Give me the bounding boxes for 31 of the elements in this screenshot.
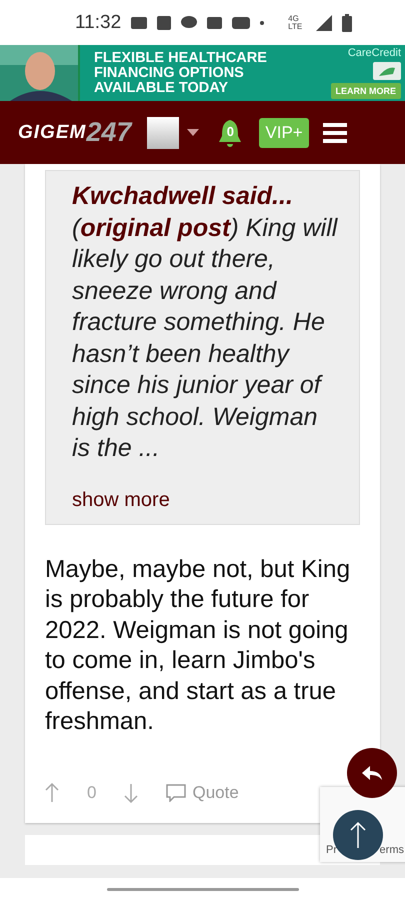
quote-button[interactable]: Quote [166, 782, 239, 802]
ad-headline: FLEXIBLE HEALTHCARE [94, 50, 268, 66]
site-logo: GIGEM [18, 122, 86, 144]
signal-icon [316, 14, 332, 30]
dot-icon [260, 20, 264, 24]
ad-banner[interactable]: FLEXIBLE HEALTHCARE FINANCING OPTIONS AVAILABLE TODAY CareCredit LEARN MORE [0, 45, 405, 101]
site-logo-number: 247 [86, 117, 132, 148]
ad-headline: AVAILABLE TODAY [94, 80, 230, 96]
post-text: Maybe, maybe not, but King is probably the future for 2022. Weigman is not going to come in, learn Jimbo's offense, and start as a true freshman. [45, 554, 352, 737]
battery-icon [342, 14, 352, 32]
ad-headline: FINANCING OPTIONS [94, 66, 245, 80]
privacy-link[interactable]: Pr [326, 844, 337, 856]
vip-button[interactable]: VIP+ [259, 118, 309, 148]
notification-bell[interactable]: 0 [217, 118, 244, 148]
reply-arrow-icon [361, 765, 383, 781]
quote-author: Kwchadwell said... [72, 181, 294, 212]
menu-icon[interactable] [322, 122, 347, 144]
chat-bubble-icon [181, 16, 198, 29]
network-type: 4G LTE [288, 14, 304, 30]
vote-count: 0 [87, 782, 96, 802]
learn-more-button[interactable]: LEARN MORE [330, 83, 401, 99]
brand-name: CareCredit [348, 47, 401, 59]
clock-time: 11:32 [75, 12, 122, 34]
caret-icon[interactable] [187, 128, 200, 136]
card-icon [373, 62, 401, 80]
avatar[interactable] [147, 116, 180, 148]
up-arrow-icon [350, 821, 366, 849]
quote-text: (original post) King will likely go out there, sneeze wrong and fracture something. He hasn’t been healthy since his junior year of high school. Weigman is the ... [72, 212, 339, 464]
show-more-link[interactable]: show more [72, 488, 341, 512]
speech-bubble-icon [166, 784, 186, 802]
terms-link[interactable]: erms [380, 844, 404, 856]
